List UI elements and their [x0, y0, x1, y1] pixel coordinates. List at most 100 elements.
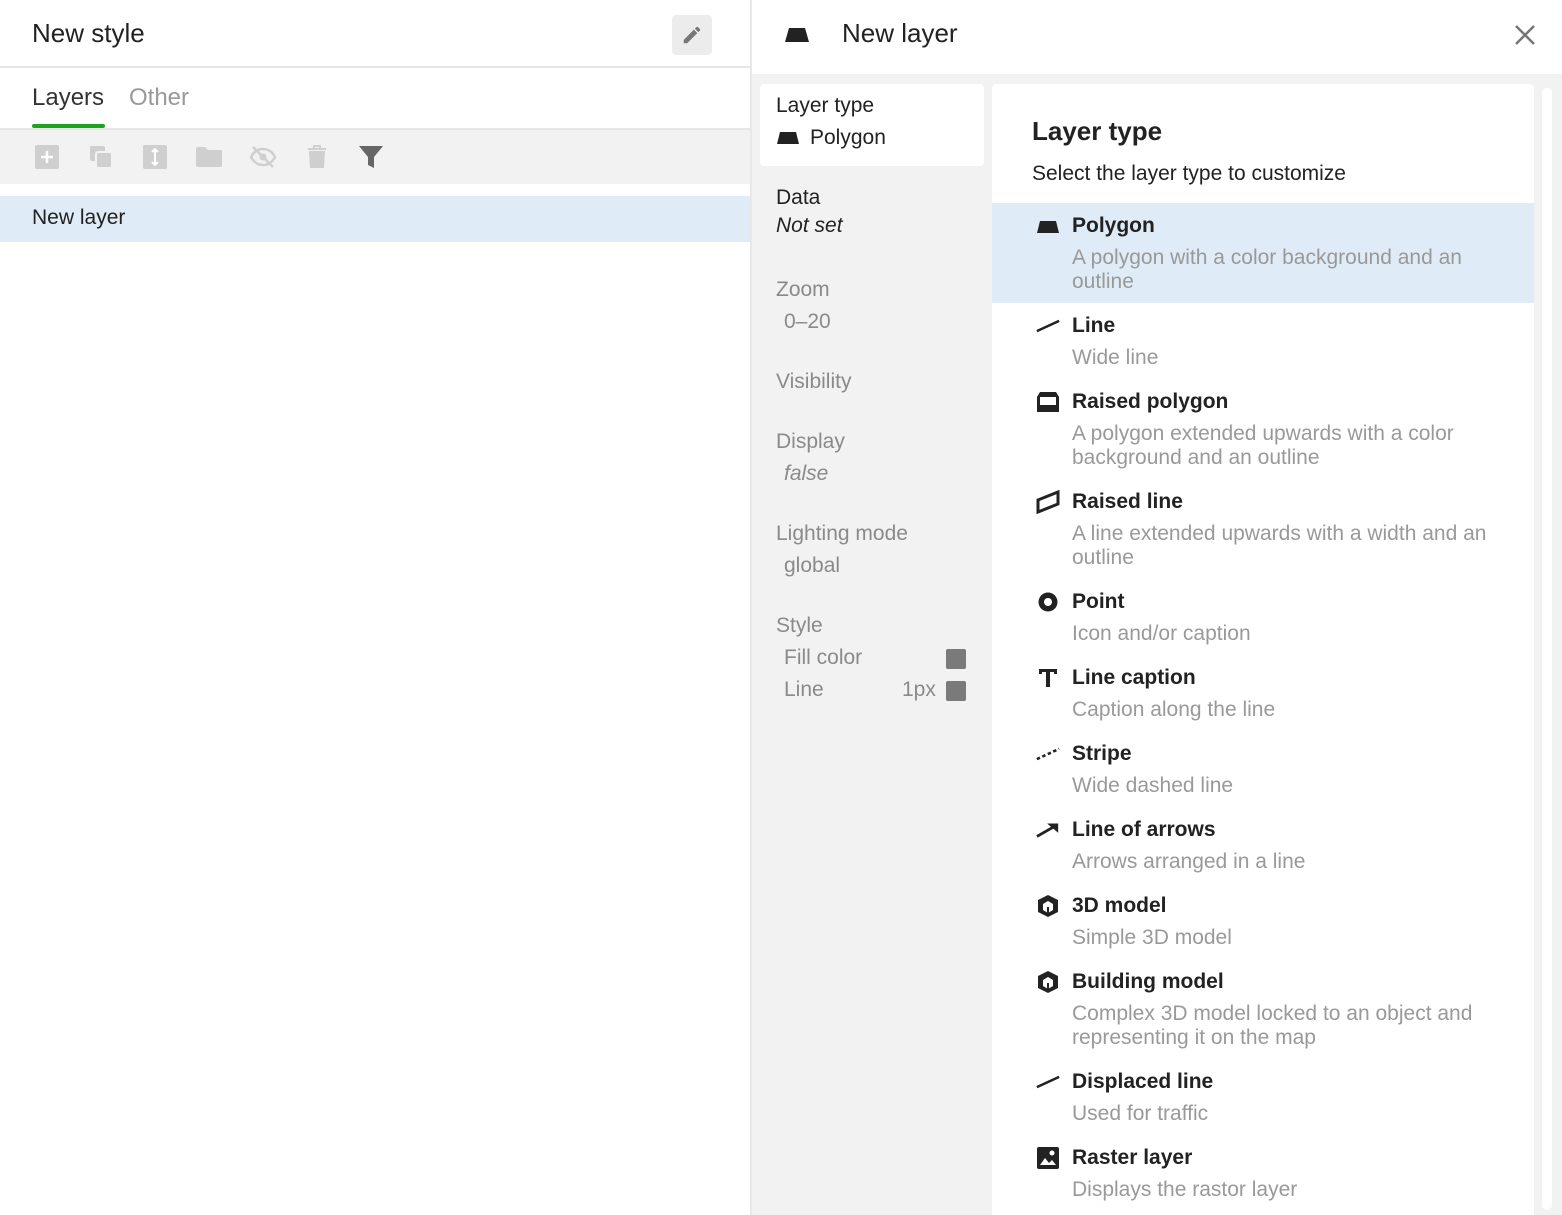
layer-type-description: Simple 3D model [1072, 926, 1232, 949]
edit-style-button[interactable] [672, 15, 712, 55]
duplicate-layer-button[interactable] [87, 143, 115, 171]
delete-layer-button[interactable] [303, 143, 331, 171]
layer-type-heading: Layer type [1032, 116, 1163, 146]
layer-type-description: Arrows arranged in a line [1072, 850, 1306, 873]
line-icon [1036, 314, 1060, 338]
style-fill-color[interactable]: Fill color [784, 646, 974, 670]
add-icon [35, 145, 59, 169]
group-folder-button[interactable] [195, 143, 223, 171]
close-button[interactable] [1512, 22, 1538, 48]
property-layer-type[interactable]: Layer type Polygon [760, 84, 984, 166]
scrollbar[interactable] [1542, 88, 1552, 1210]
layer-type-description: Wide dashed line [1072, 774, 1234, 797]
property-label: Layer type [776, 94, 875, 117]
layers-toolbar [0, 130, 750, 184]
property-label: Lighting mode [776, 522, 908, 545]
property-label: Data [776, 186, 821, 209]
layer-type-description: A line extended upwards with a width and… [1072, 522, 1487, 569]
property-zoom[interactable]: Zoom 0–20 [776, 278, 831, 334]
point-icon [1036, 590, 1060, 614]
add-layer-button[interactable] [33, 143, 61, 171]
layer-type-name: Stripe [1072, 742, 1132, 765]
line-icon [1036, 1070, 1060, 1094]
tab-other[interactable]: Other [129, 84, 189, 112]
layer-type-name: Point [1072, 590, 1125, 613]
property-value: Polygon [810, 126, 886, 149]
close-icon [1515, 25, 1535, 45]
property-nav: Layer type Polygon Data Not set Zoom 0–2… [760, 84, 984, 701]
property-display[interactable]: Display false [776, 430, 845, 486]
layer-type-option[interactable]: Line Wide line [992, 303, 1534, 379]
property-value: false [784, 462, 829, 485]
layer-type-subtitle: Select the layer type to customize [1032, 162, 1346, 185]
layer-type-card: Layer type Select the layer type to cust… [992, 84, 1534, 1215]
layer-type-name: Polygon [1072, 214, 1155, 237]
property-label: Style [776, 614, 823, 637]
layer-type-option[interactable]: Line of arrows Arrows arranged in a line [992, 807, 1534, 883]
cube-icon [1036, 894, 1060, 918]
line-label: Line [784, 678, 824, 701]
layer-header: New layer [752, 0, 1562, 74]
style-panel: New style Layers Other New layer [0, 0, 750, 1215]
property-visibility[interactable]: Visibility [776, 370, 851, 394]
layer-type-description: A polygon with a color background and an… [1072, 246, 1462, 293]
tab-layers[interactable]: Layers [32, 84, 104, 112]
property-label: Zoom [776, 278, 830, 301]
raised-line-icon [1036, 490, 1060, 514]
hide-icon [249, 146, 277, 168]
style-tabs: Layers Other [0, 68, 750, 130]
style-header: New style [0, 0, 750, 68]
property-label: Display [776, 430, 845, 453]
layer-type-name: Line caption [1072, 666, 1196, 689]
layer-type-description: A polygon extended upwards with a color … [1072, 422, 1454, 469]
active-tab-indicator [32, 124, 105, 128]
layer-type-description: Wide line [1072, 346, 1159, 369]
filter-button[interactable] [357, 143, 385, 171]
layer-type-description: Displays the rastor layer [1072, 1178, 1298, 1201]
cube-icon [1036, 970, 1060, 994]
property-lighting-mode[interactable]: Lighting mode global [776, 522, 908, 578]
polygon-icon [1036, 215, 1060, 239]
layer-type-option[interactable]: Raised line A line extended upwards with… [992, 479, 1534, 579]
arrow-icon [1036, 818, 1060, 842]
polygon-icon [785, 28, 809, 42]
layer-type-option[interactable]: Stripe Wide dashed line [992, 731, 1534, 807]
layer-type-name: Line of arrows [1072, 818, 1216, 841]
layer-type-name: Building model [1072, 970, 1224, 993]
layer-type-name: Line [1072, 314, 1116, 337]
layer-type-option[interactable]: Line caption Caption along the line [992, 655, 1534, 731]
layer-type-option[interactable]: Polygon A polygon with a color backgroun… [992, 203, 1534, 303]
layer-type-option[interactable]: Building model Complex 3D model locked t… [992, 959, 1534, 1059]
hide-layer-button[interactable] [249, 143, 277, 171]
layer-type-name: Displaced line [1072, 1070, 1214, 1093]
folder-icon [196, 147, 222, 167]
layer-name: New layer [32, 206, 126, 229]
style-line[interactable]: Line 1px [784, 678, 974, 702]
property-value: global [784, 554, 841, 577]
layer-type-option[interactable]: Displaced line Used for traffic [992, 1059, 1534, 1135]
property-data[interactable]: Data Not set [776, 186, 843, 238]
layer-type-option[interactable]: 3D model Simple 3D model [992, 883, 1534, 959]
property-label: Visibility [776, 370, 852, 393]
layer-panel: New layer Layer type Polygon Data Not se… [752, 0, 1562, 1215]
delete-icon [308, 145, 326, 168]
filter-icon [359, 146, 383, 168]
layer-type-option[interactable]: Point Icon and/or caption [992, 579, 1534, 655]
polygon-icon [777, 132, 799, 144]
layer-type-option[interactable]: Raised polygon A polygon extended upward… [992, 379, 1534, 479]
line-width: 1px [902, 678, 936, 701]
layer-list-item[interactable]: New layer [0, 196, 750, 242]
line-color-swatch [946, 681, 966, 701]
dashed-line-icon [1036, 742, 1060, 766]
layer-type-description: Used for traffic [1072, 1102, 1209, 1125]
layer-type-name: 3D model [1072, 894, 1167, 917]
property-style[interactable]: Style [776, 614, 823, 638]
property-value: 0–20 [784, 310, 831, 333]
fill-color-swatch [946, 649, 966, 669]
layer-type-description: Complex 3D model locked to an object and… [1072, 1002, 1473, 1049]
style-title: New style [32, 18, 145, 48]
layer-type-option[interactable]: Raster layer Displays the rastor layer [992, 1135, 1534, 1215]
resize-icon [143, 145, 167, 169]
resize-layer-button[interactable] [141, 143, 169, 171]
raised-polygon-icon [1036, 390, 1060, 414]
